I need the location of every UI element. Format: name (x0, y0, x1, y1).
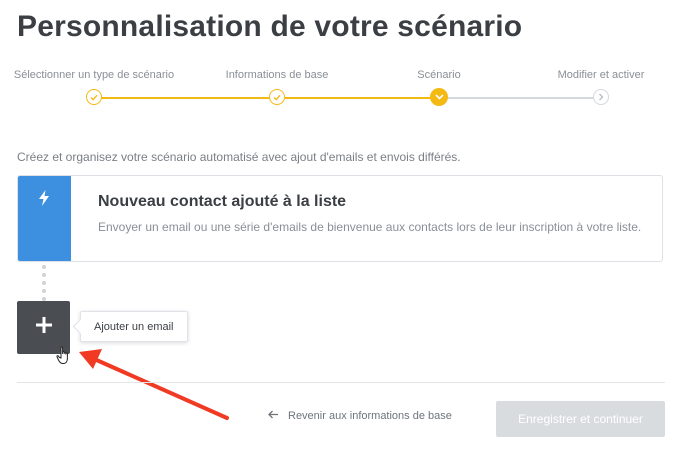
footer-divider (17, 382, 665, 383)
back-link[interactable]: Revenir aux informations de base (268, 410, 452, 422)
arrow-left-icon (268, 410, 279, 422)
save-and-continue-button[interactable]: Enregistrer et continuer (496, 401, 665, 437)
annotation-arrow (79, 349, 229, 420)
back-link-label: Revenir aux informations de base (288, 410, 452, 422)
